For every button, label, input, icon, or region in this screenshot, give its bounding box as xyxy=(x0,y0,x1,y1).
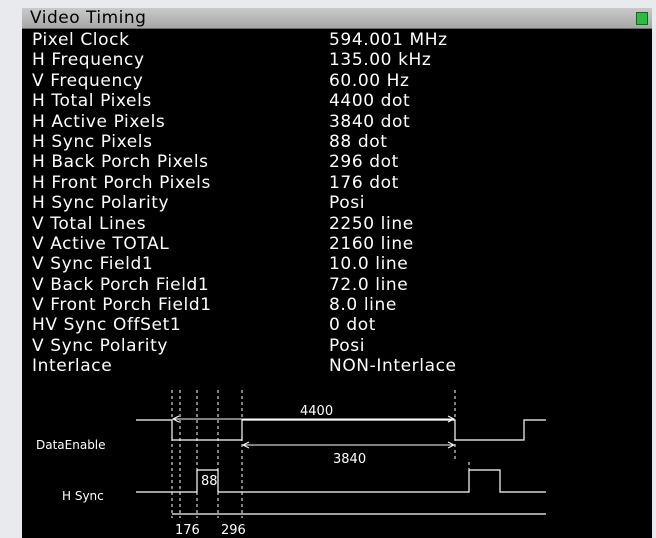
timing-row-label: V Front Porch Field1 xyxy=(32,295,212,316)
timing-row-label: V Back Porch Field1 xyxy=(32,274,210,295)
status-indicator-icon xyxy=(636,12,648,25)
timing-row: Interlace NON-Interlace xyxy=(32,356,642,376)
panel-title: Video Timing xyxy=(30,8,147,28)
timing-row-label: V Sync Polarity xyxy=(32,335,169,356)
timing-row-label: V Sync Field1 xyxy=(32,254,154,275)
timing-row-label: H Front Porch Pixels xyxy=(32,172,211,193)
timing-row-value: 135.00 kHz xyxy=(329,50,432,71)
timing-row-value: 4400 dot xyxy=(329,91,411,112)
timing-row-label: H Frequency xyxy=(32,50,145,71)
timing-row-label: H Back Porch Pixels xyxy=(32,152,209,173)
timing-row: H Sync Pixels 88 dot xyxy=(32,132,642,152)
timing-row-value: 594.001 MHz xyxy=(329,30,448,50)
timing-parameter-list: Pixel Clock 594.001 MHz H Frequency 135.00 … xyxy=(32,30,642,377)
timing-row: H Total Pixels 4400 dot xyxy=(32,91,642,111)
timing-row-value: Posi xyxy=(329,193,366,214)
timing-row-label: H Sync Pixels xyxy=(32,131,153,152)
h-sync-label: H Sync xyxy=(62,489,104,503)
timing-row-value: Posi xyxy=(329,335,366,356)
timing-row: H Active Pixels 3840 dot xyxy=(32,112,642,132)
front-porch-value-label: 176 xyxy=(175,523,200,538)
timing-row-value: 10.0 line xyxy=(329,254,409,275)
timing-row-value: NON-Interlace xyxy=(329,356,457,377)
timing-row-value: 296 dot xyxy=(329,152,399,173)
timing-row: H Frequency 135.00 kHz xyxy=(32,50,642,70)
timing-row-value: 3840 dot xyxy=(329,111,411,132)
timing-row-value: 60.00 Hz xyxy=(329,70,410,91)
timing-row-label: V Total Lines xyxy=(32,213,147,234)
timing-row-value: 88 dot xyxy=(329,131,388,152)
timing-row: V Front Porch Field1 8.0 line xyxy=(32,295,642,315)
timing-row: V Total Lines 2250 line xyxy=(32,214,642,234)
timing-row: H Back Porch Pixels 296 dot xyxy=(32,152,642,172)
total-value-label: 4400 xyxy=(300,404,333,419)
timing-row-label: H Active Pixels xyxy=(32,111,166,132)
timing-row-value: 2250 line xyxy=(329,213,414,234)
timing-row: H Front Porch Pixels 176 dot xyxy=(32,173,642,193)
timing-row-value: 2160 line xyxy=(329,233,414,254)
timing-row: V Sync Field1 10.0 line xyxy=(32,254,642,274)
timing-row: Pixel Clock 594.001 MHz xyxy=(32,30,642,50)
h-timing-diagram: DataEnable H Sync 4400 3840 88 176 296 xyxy=(36,390,546,538)
timing-row: V Sync Polarity Posi xyxy=(32,336,642,356)
timing-row-value: 8.0 line xyxy=(329,295,397,316)
timing-row-value: 72.0 line xyxy=(329,274,409,295)
timing-row-value: 176 dot xyxy=(329,172,399,193)
data-enable-label: DataEnable xyxy=(36,438,106,452)
timing-row-label: V Frequency xyxy=(32,70,144,91)
video-timing-panel: Video Timing Pixel Clock 594.001 MHz H Fre… xyxy=(22,8,652,538)
timing-row-label: Pixel Clock xyxy=(32,30,130,50)
active-value-label: 3840 xyxy=(333,452,366,467)
timing-row-label: H Sync Polarity xyxy=(32,193,170,214)
sync-value-label: 88 xyxy=(201,474,218,489)
timing-row-label: Interlace xyxy=(32,356,113,377)
panel-title-bar: Video Timing xyxy=(22,8,652,29)
timing-row: V Frequency 60.00 Hz xyxy=(32,71,642,91)
timing-row-label: H Total Pixels xyxy=(32,91,152,112)
timing-row-value: 0 dot xyxy=(329,315,377,336)
back-porch-value-label: 296 xyxy=(221,523,246,538)
timing-row: V Back Porch Field1 72.0 line xyxy=(32,275,642,295)
timing-row-label: V Active TOTAL xyxy=(32,233,170,254)
timing-row: HV Sync OffSet1 0 dot xyxy=(32,315,642,335)
timing-row: H Sync Polarity Posi xyxy=(32,193,642,213)
timing-row: V Active TOTAL 2160 line xyxy=(32,234,642,254)
timing-row-label: HV Sync OffSet1 xyxy=(32,315,182,336)
